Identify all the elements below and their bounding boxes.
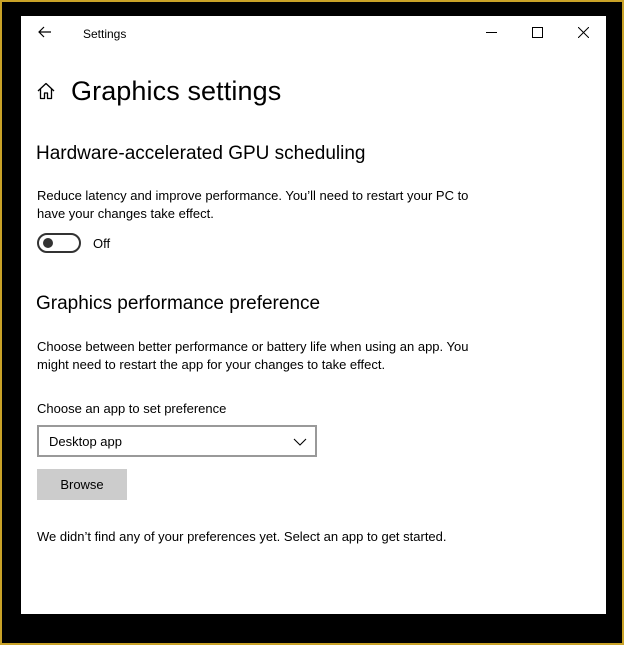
close-icon: [577, 25, 589, 43]
gpu-scheduling-toggle-row: Off: [37, 233, 110, 253]
app-type-dropdown[interactable]: Desktop app: [37, 425, 317, 457]
back-button[interactable]: [31, 22, 59, 46]
performance-preference-heading: Graphics performance preference: [36, 293, 321, 314]
browse-button[interactable]: Browse: [37, 469, 127, 500]
minimize-icon: [485, 25, 497, 43]
close-button[interactable]: [560, 20, 606, 48]
choose-app-label: Choose an app to set preference: [37, 401, 227, 416]
maximize-icon: [531, 25, 543, 43]
arrow-left-icon: [38, 25, 52, 43]
no-preferences-message: We didn’t find any of your preferences y…: [37, 529, 447, 544]
window-title: Settings: [83, 27, 127, 41]
page-title: Graphics settings: [71, 75, 282, 106]
page-header: Graphics settings: [35, 73, 281, 109]
dropdown-selected-value: Desktop app: [49, 434, 122, 449]
chevron-down-icon: [293, 435, 307, 449]
gpu-scheduling-toggle[interactable]: [37, 233, 81, 253]
minimize-button[interactable]: [468, 20, 514, 48]
toggle-state-label: Off: [93, 235, 111, 251]
settings-window: Settings Graphics settings Hardware-acce…: [21, 16, 606, 614]
toggle-knob: [43, 238, 53, 248]
gpu-scheduling-heading: Hardware-accelerated GPU scheduling: [36, 143, 366, 164]
home-icon[interactable]: [35, 80, 57, 102]
gpu-scheduling-description: Reduce latency and improve performance. …: [37, 188, 469, 221]
performance-preference-description: Choose between better performance or bat…: [37, 339, 469, 372]
maximize-button[interactable]: [514, 20, 560, 48]
title-bar: Settings: [21, 16, 606, 52]
